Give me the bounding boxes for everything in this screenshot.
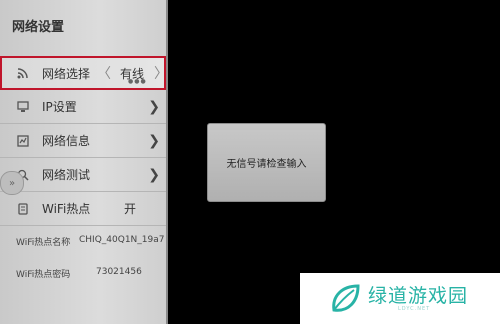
- network-select-label: 网络选择: [42, 66, 91, 81]
- network-info-icon: [16, 134, 30, 148]
- hotspot-password-label: WiFi热点密码: [16, 270, 71, 280]
- watermark-title: 绿道游戏园: [368, 284, 469, 307]
- chevron-right-icon: ❯: [148, 132, 160, 149]
- chevron-right-icon[interactable]: 〉: [154, 63, 168, 83]
- wifi-hotspot-label: WiFi热点: [42, 202, 91, 216]
- ip-settings-icon: [16, 100, 30, 114]
- hotspot-password-info: WiFi热点密码 73021456: [16, 267, 142, 280]
- sidebar-item-label: 网络测试: [42, 168, 91, 182]
- sidebar-item-ip-settings[interactable]: IP设置 ❯: [0, 90, 166, 124]
- page-dots: ●●●: [128, 78, 147, 85]
- hotspot-name-info: WiFi热点名称 CHIQ_40Q1N_19a7: [16, 235, 164, 248]
- wifi-hotspot-value: 开: [124, 202, 137, 216]
- sidebar-item-label: IP设置: [42, 100, 77, 114]
- wifi-signal-icon: [16, 66, 30, 80]
- wifi-hotspot-row[interactable]: WiFi热点 开: [0, 192, 166, 226]
- chevron-right-icon: ❯: [148, 98, 160, 115]
- network-settings-panel: 网络设置 网络选择 〈 有线 〉 ●●● IP设置 ❯ 网络信息 ❯ 网络测试 …: [0, 0, 168, 324]
- hotspot-name-value: CHIQ_40Q1N_19a7: [79, 235, 165, 245]
- sidebar-item-network-test[interactable]: 网络测试 ❯: [0, 158, 166, 192]
- sidebar-item-network-info[interactable]: 网络信息 ❯: [0, 124, 166, 158]
- leaf-logo-icon: [332, 283, 360, 312]
- network-select-row[interactable]: 网络选择 〈 有线 〉 ●●●: [0, 56, 168, 90]
- hotspot-icon: [16, 202, 30, 216]
- sidebar-item-label: 网络信息: [42, 134, 91, 148]
- chevron-left-icon[interactable]: 〈: [97, 63, 111, 83]
- expand-handle-icon[interactable]: »: [0, 171, 24, 195]
- hotspot-password-value: 73021456: [96, 267, 142, 277]
- chevron-right-icon: ❯: [148, 166, 160, 183]
- watermark: 绿道游戏园 LDYC.NET: [300, 273, 500, 324]
- panel-title: 网络设置: [12, 20, 65, 35]
- no-signal-dialog: 无信号请检查输入: [207, 123, 326, 202]
- no-signal-message: 无信号请检查输入: [226, 159, 307, 170]
- hotspot-name-label: WiFi热点名称: [16, 238, 71, 248]
